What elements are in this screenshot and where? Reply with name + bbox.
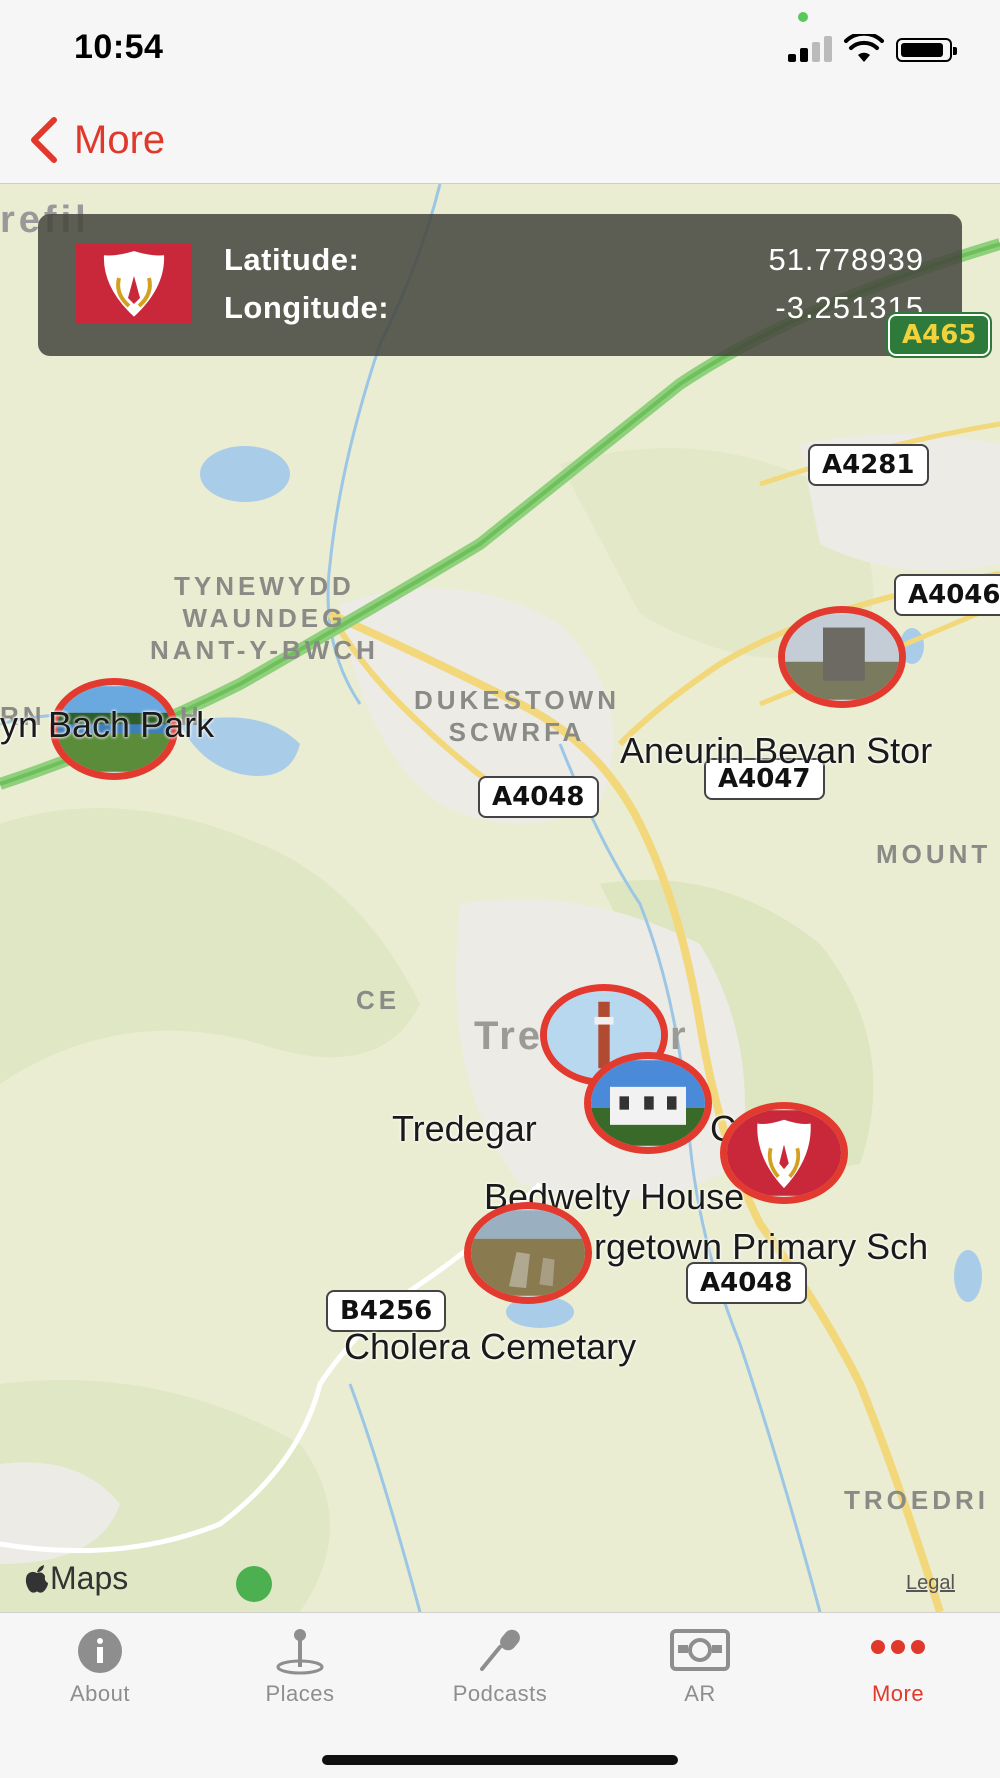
road-label-a4048-south: A4048 [686, 1262, 807, 1304]
status-bar: 10:54 [0, 0, 1000, 96]
poi-pin-aneurin-bevan-stones[interactable] [778, 606, 906, 708]
house-photo-icon [591, 1060, 705, 1146]
golf-course-icon [236, 1566, 272, 1602]
tab-podcasts-label: Podcasts [452, 1681, 548, 1706]
road-label-a4048-north: A4048 [478, 776, 599, 818]
latitude-label: Latitude: [224, 242, 360, 277]
app-logo-crest [76, 244, 192, 324]
wifi-icon [844, 34, 884, 62]
home-indicator [322, 1755, 678, 1765]
town-label-tredegar: Tre [474, 1014, 544, 1058]
latitude-row: Latitude: 51.778939 [224, 238, 924, 282]
apple-maps-attribution: Maps [24, 1560, 128, 1597]
longitude-label: Longitude: [224, 290, 390, 325]
road-label-a465: A465 [885, 312, 993, 358]
location-pin-icon [276, 1629, 324, 1675]
poi-pin-cholera-cemetery[interactable] [464, 1202, 592, 1304]
tab-places-label: Places [265, 1681, 335, 1706]
poi-label-cholera-cemetery: Cholera Cemetary [344, 1326, 637, 1367]
tab-more[interactable]: More [828, 1627, 968, 1723]
area-label-ce: CE [356, 985, 401, 1015]
area-label-mount: MOUNT [876, 839, 992, 869]
map-view[interactable]: refil Latitude: 51.778939 Longitude: -3.… [0, 184, 1000, 1612]
tab-podcasts[interactable]: Podcasts [430, 1627, 570, 1723]
area-label-tynewydd: TYNEWYDD WAUNDEG NANT-Y-BWCH [150, 571, 379, 665]
battery-icon [896, 38, 957, 62]
tab-about[interactable]: About [30, 1627, 170, 1723]
microphone-icon [480, 1629, 520, 1671]
apple-logo-icon [25, 1564, 48, 1593]
gravestones-photo-icon [471, 1210, 585, 1296]
tab-more-label: More [871, 1681, 925, 1706]
road-label-a4281: A4281 [808, 444, 929, 486]
tab-about-label: About [70, 1681, 130, 1706]
chevron-left-icon [31, 117, 57, 163]
poi-label-tredegar: Tredegar [392, 1108, 537, 1149]
longitude-row: Longitude: -3.251315 [224, 286, 924, 330]
poi-label-aneurin-bevan-stones: Aneurin Bevan Stor [620, 730, 933, 771]
tab-ar-label: AR [684, 1681, 716, 1706]
tab-places[interactable]: Places [230, 1627, 370, 1723]
privacy-indicator-dot [798, 12, 808, 22]
ar-icon [670, 1629, 730, 1671]
town-label-tredegar-end: r [670, 1014, 689, 1058]
poi-label-georgetown-primary-school: rgetown Primary Sch [594, 1226, 929, 1267]
road-label-a4046: A4046 [894, 574, 1000, 616]
stone-monument-photo-icon [785, 614, 899, 700]
navigation-bar: More [0, 96, 1000, 184]
maps-attribution-text: Maps [50, 1560, 129, 1596]
more-dots-icon [871, 1640, 925, 1654]
cellular-signal-icon [788, 36, 836, 62]
area-label-troedrhiw: TROEDRI [844, 1485, 989, 1515]
poi-pin-bedwelty-house[interactable] [584, 1052, 712, 1154]
crest-icon [101, 248, 167, 320]
back-button-label: More [74, 117, 166, 162]
info-icon [78, 1629, 122, 1673]
tab-ar[interactable]: AR [630, 1627, 770, 1723]
poi-label-bryn-bach-park: yn Bach Park [0, 704, 215, 745]
latitude-value: 51.778939 [768, 242, 924, 277]
tab-bar: About Places Podcasts AR More [0, 1612, 1000, 1778]
coordinates-panel: Latitude: 51.778939 Longitude: -3.251315 [38, 214, 962, 356]
legal-link[interactable]: Legal [906, 1572, 955, 1595]
area-label-dukestown: DUKESTOWN SCWRFA [414, 685, 620, 747]
back-button[interactable]: More [26, 112, 165, 168]
map-base [0, 184, 1000, 1612]
status-time: 10:54 [74, 28, 164, 66]
